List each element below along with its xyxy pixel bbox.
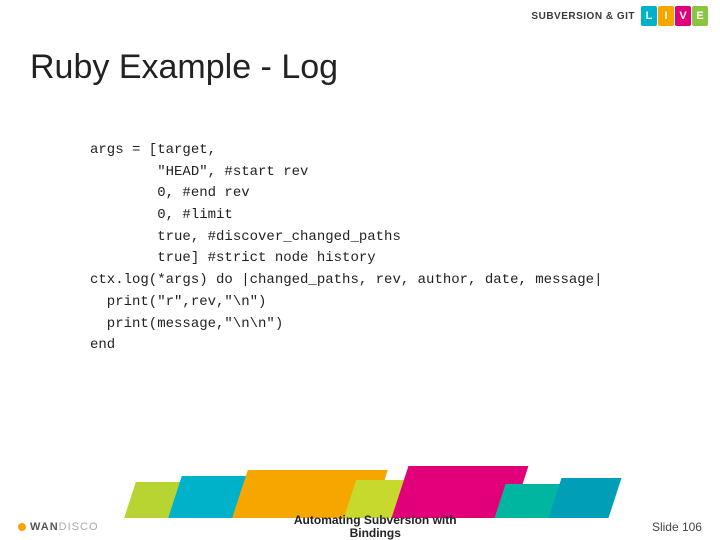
live-i: I — [658, 6, 674, 26]
footer: WANDISCO Automating Subversion with Bind… — [0, 514, 720, 540]
slide-number: Slide 106 — [652, 520, 702, 534]
brand-text: SUBVERSION & GIT — [531, 11, 635, 22]
shape-icon — [168, 476, 262, 518]
shape-icon — [124, 482, 196, 518]
live-badge: L I V E — [641, 6, 708, 26]
footer-title: Automating Subversion with Bindings — [294, 514, 457, 540]
code-block: args = [target, "HEAD", #start rev 0, #e… — [90, 140, 602, 357]
wandisco-b: DISCO — [59, 521, 99, 533]
wandisco-a: WAN — [30, 521, 59, 533]
live-l: L — [641, 6, 657, 26]
brand-badge: SUBVERSION & GIT L I V E — [531, 6, 708, 26]
decorative-shapes — [0, 458, 720, 518]
wandisco-text: WANDISCO — [30, 521, 99, 533]
shape-icon — [549, 478, 622, 518]
live-v: V — [675, 6, 691, 26]
shape-icon — [232, 470, 388, 518]
dot-icon — [18, 523, 26, 531]
wandisco-logo: WANDISCO — [18, 521, 99, 533]
shape-icon — [494, 484, 575, 518]
shape-icon — [392, 466, 529, 518]
slide-title: Ruby Example - Log — [30, 48, 338, 87]
slide: SUBVERSION & GIT L I V E Ruby Example - … — [0, 0, 720, 540]
live-e: E — [692, 6, 708, 26]
